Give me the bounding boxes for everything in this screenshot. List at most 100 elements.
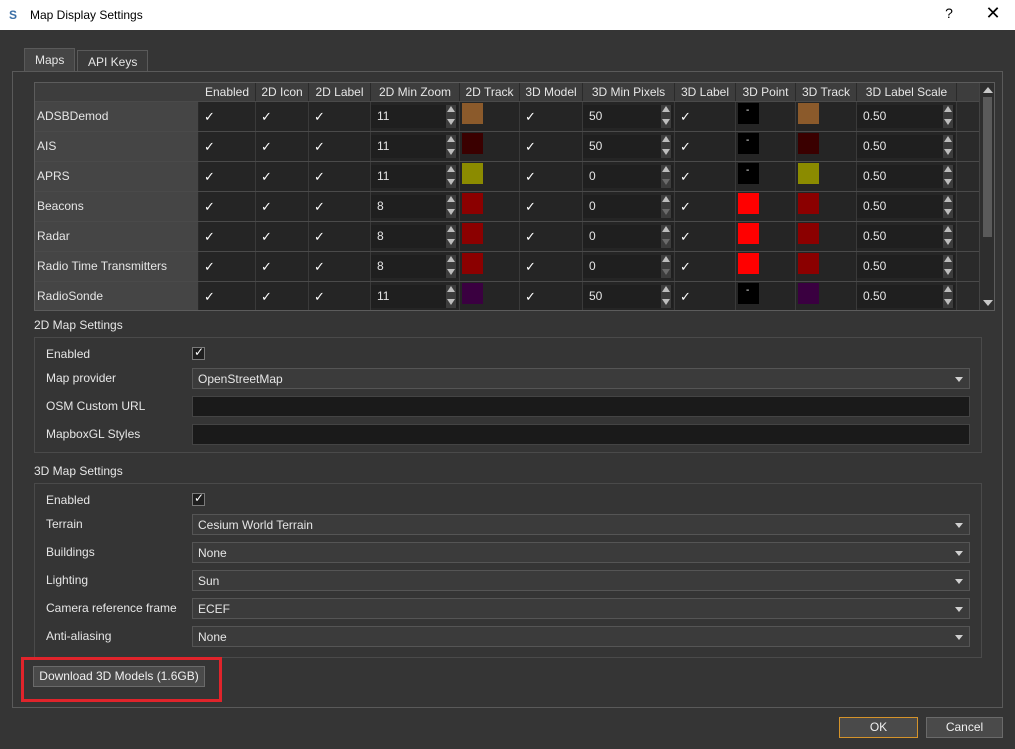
table-cell[interactable] [460,162,520,192]
checkmark-icon[interactable]: ✓ [261,229,272,245]
table-vertical-scrollbar[interactable] [979,83,994,310]
table-cell[interactable]: 11 [371,102,460,132]
chevron-up-icon[interactable] [662,256,670,262]
column-header[interactable]: Enabled [199,83,256,101]
table-cell[interactable]: 0.50 [857,282,957,310]
spinbox-arrows[interactable] [446,255,456,278]
table-cell[interactable]: ✓ [309,132,371,162]
table-cell[interactable]: ✓ [309,222,371,252]
table-cell[interactable]: 50 [583,282,675,310]
color-swatch[interactable] [462,133,483,154]
spinbox[interactable]: 0 [583,165,673,188]
table-cell[interactable] [736,222,796,252]
checkmark-icon[interactable]: ✓ [314,109,325,125]
chevron-up-icon[interactable] [662,136,670,142]
row-header[interactable]: Beacons [35,192,199,222]
table-cell[interactable] [460,192,520,222]
spinbox[interactable]: 11 [371,135,458,158]
table-cell[interactable]: ✓ [256,252,309,282]
table-cell[interactable]: ✓ [520,192,583,222]
spinbox-arrows[interactable] [661,195,671,218]
chevron-down-icon[interactable] [662,149,670,155]
spinbox-arrows[interactable] [661,255,671,278]
chevron-down-icon[interactable] [944,119,952,125]
table-cell[interactable]: ✓ [675,102,736,132]
table-cell[interactable]: ✓ [520,222,583,252]
table-cell[interactable]: ✓ [256,162,309,192]
checkmark-icon[interactable]: ✓ [261,259,272,275]
chevron-up-icon[interactable] [447,136,455,142]
table-cell[interactable]: ✓ [520,282,583,310]
table-cell[interactable]: - [736,282,796,310]
table-cell[interactable]: 8 [371,192,460,222]
column-header[interactable]: 2D Icon [256,83,309,101]
color-swatch[interactable] [798,103,819,124]
column-header[interactable]: 3D Track [796,83,857,101]
spinbox[interactable]: 0.50 [857,195,955,218]
chevron-down-icon[interactable] [944,299,952,305]
tab-api-keys[interactable]: API Keys [77,50,149,71]
chevron-up-icon[interactable] [662,166,670,172]
color-swatch[interactable] [798,223,819,244]
table-cell[interactable] [796,162,857,192]
chevron-down-icon[interactable] [662,269,670,275]
chevron-down-icon[interactable] [447,149,455,155]
chevron-up-icon[interactable] [944,106,952,112]
color-swatch[interactable] [798,193,819,214]
table-cell[interactable]: 50 [583,102,675,132]
color-swatch[interactable] [798,163,819,184]
table-cell[interactable]: 0 [583,252,675,282]
spinbox[interactable]: 50 [583,105,673,128]
column-header[interactable]: 3D Model [520,83,583,101]
table-cell[interactable]: 11 [371,132,460,162]
checkmark-icon[interactable]: ✓ [525,289,536,305]
color-swatch[interactable] [462,163,483,184]
table-cell[interactable] [796,102,857,132]
chevron-down-icon[interactable] [447,209,455,215]
chevron-up-icon[interactable] [944,196,952,202]
spinbox[interactable]: 11 [371,165,458,188]
chevron-up-icon[interactable] [662,286,670,292]
checkmark-icon[interactable]: ✓ [525,199,536,215]
spinbox[interactable]: 11 [371,105,458,128]
table-cell[interactable]: 8 [371,252,460,282]
color-swatch[interactable] [798,283,819,304]
help-button[interactable]: ? [942,5,956,21]
chevron-down-icon[interactable] [447,239,455,245]
table-cell[interactable]: ✓ [199,222,256,252]
chevron-down-icon[interactable] [662,179,670,185]
chevron-down-icon[interactable] [944,269,952,275]
spinbox[interactable]: 0.50 [857,225,955,248]
chevron-up-icon[interactable] [447,256,455,262]
table-cell[interactable]: ✓ [199,102,256,132]
spinbox-arrows[interactable] [661,225,671,248]
checkmark-icon[interactable]: ✓ [204,169,215,185]
table-cell[interactable]: 0 [583,162,675,192]
chevron-down-icon[interactable] [662,239,670,245]
spinbox-arrows[interactable] [943,225,953,248]
lighting-select[interactable]: Sun [192,570,970,591]
chevron-down-icon[interactable] [662,209,670,215]
chevron-down-icon[interactable] [662,299,670,305]
table-cell[interactable] [460,132,520,162]
table-cell[interactable]: ✓ [256,132,309,162]
table-cell[interactable]: 0.50 [857,132,957,162]
table-cell[interactable]: 0.50 [857,162,957,192]
table-cell[interactable] [460,282,520,310]
chevron-up-icon[interactable] [944,226,952,232]
table-cell[interactable] [736,252,796,282]
table-cell[interactable]: - [736,102,796,132]
color-swatch[interactable] [462,283,483,304]
checkmark-icon[interactable]: ✓ [314,199,325,215]
spinbox[interactable]: 0 [583,195,673,218]
spinbox-arrows[interactable] [446,225,456,248]
table-cell[interactable]: ✓ [309,102,371,132]
spinbox[interactable]: 0 [583,255,673,278]
table-cell[interactable] [796,132,857,162]
checkmark-icon[interactable]: ✓ [525,259,536,275]
spinbox-arrows[interactable] [943,285,953,308]
camera-reference-frame-select[interactable]: ECEF [192,598,970,619]
checkmark-icon[interactable]: ✓ [680,199,691,215]
buildings-select[interactable]: None [192,542,970,563]
table-cell[interactable]: ✓ [309,162,371,192]
